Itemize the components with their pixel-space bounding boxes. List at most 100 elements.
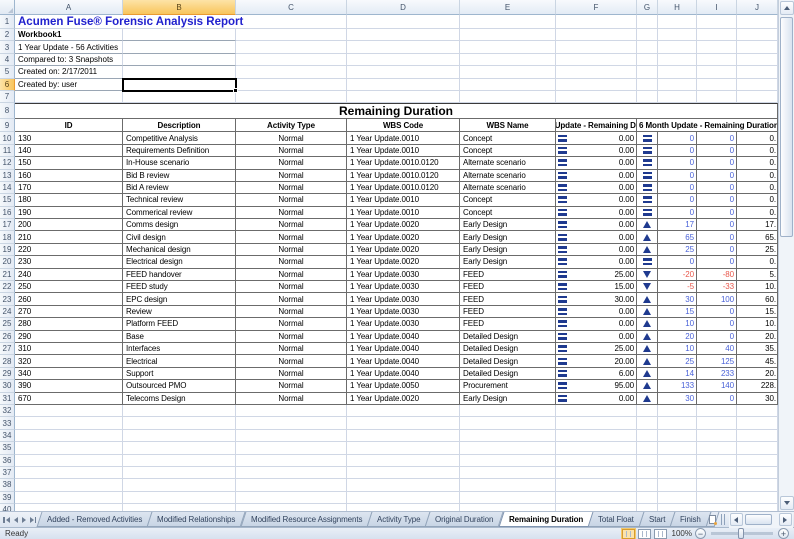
cell-J33[interactable] xyxy=(737,417,778,429)
cell-delta[interactable]: 0 xyxy=(658,132,697,144)
cell-C33[interactable] xyxy=(236,417,347,429)
cell-J35[interactable] xyxy=(737,442,778,454)
cell-F4[interactable] xyxy=(556,54,637,66)
cell-B4[interactable] xyxy=(123,54,236,66)
cell-delta-pct[interactable]: 0 xyxy=(697,157,737,169)
cell-description[interactable]: Telecoms Design xyxy=(123,393,236,405)
cell-six-month-value[interactable]: 10. xyxy=(737,318,778,330)
cell-G39[interactable] xyxy=(637,492,658,504)
cell-wbs-name[interactable]: FEED xyxy=(460,269,556,281)
cell-id[interactable]: 670 xyxy=(15,393,123,405)
page-layout-view-icon[interactable] xyxy=(638,529,651,539)
cell-trend[interactable] xyxy=(637,157,658,169)
row-header-10[interactable]: 10 xyxy=(0,132,15,144)
cell-J32[interactable] xyxy=(737,405,778,417)
first-sheet-button[interactable] xyxy=(3,517,10,523)
cell-trend[interactable] xyxy=(637,318,658,330)
cell-six-month-value[interactable]: 35. xyxy=(737,343,778,355)
cell-wbs-name[interactable]: Detailed Design xyxy=(460,355,556,367)
cell-delta-pct[interactable]: 0 xyxy=(697,318,737,330)
cell-I1[interactable] xyxy=(697,15,737,29)
cell-H32[interactable] xyxy=(658,405,697,417)
cell-description[interactable]: EPC design xyxy=(123,293,236,305)
cell-trend[interactable] xyxy=(637,355,658,367)
previous-sheet-button[interactable] xyxy=(14,517,18,523)
cell-delta[interactable]: 30 xyxy=(658,293,697,305)
cell-C6[interactable] xyxy=(236,79,347,91)
cell-id[interactable]: 320 xyxy=(15,355,123,367)
cell-activity-type[interactable]: Normal xyxy=(236,194,347,206)
row-header-7[interactable]: 7 xyxy=(0,91,15,103)
row-header-13[interactable]: 13 xyxy=(0,170,15,182)
cell-six-month-value[interactable]: 15. xyxy=(737,306,778,318)
cell-delta-pct[interactable]: 0 xyxy=(697,145,737,157)
cell-A39[interactable] xyxy=(15,492,123,504)
cell-trend[interactable] xyxy=(637,293,658,305)
scroll-right-button[interactable] xyxy=(779,513,792,526)
cell-D39[interactable] xyxy=(347,492,460,504)
cell-six-month-value[interactable]: 17. xyxy=(737,219,778,231)
cell-D33[interactable] xyxy=(347,417,460,429)
cell-F33[interactable] xyxy=(556,417,637,429)
scroll-up-button[interactable] xyxy=(780,1,794,15)
cell-activity-type[interactable]: Normal xyxy=(236,207,347,219)
cell-trend[interactable] xyxy=(637,182,658,194)
cell-trend[interactable] xyxy=(637,207,658,219)
cell-id[interactable]: 200 xyxy=(15,219,123,231)
cell-description[interactable]: Electrical design xyxy=(123,256,236,268)
cell-year-update[interactable]: 0.00 xyxy=(556,219,637,231)
cell-D4[interactable] xyxy=(347,54,460,66)
cell-E39[interactable] xyxy=(460,492,556,504)
cell-G2[interactable] xyxy=(637,29,658,41)
cell-G7[interactable] xyxy=(637,91,658,103)
cell-H37[interactable] xyxy=(658,467,697,479)
cell-id[interactable]: 250 xyxy=(15,281,123,293)
column-header-I[interactable]: I xyxy=(697,0,737,15)
cell-H39[interactable] xyxy=(658,492,697,504)
cell-G40[interactable] xyxy=(637,504,658,511)
tab-original-duration[interactable]: Original Duration xyxy=(425,512,504,527)
cell-D5[interactable] xyxy=(347,66,460,78)
zoom-out-button[interactable]: − xyxy=(695,528,706,539)
cell-trend[interactable] xyxy=(637,256,658,268)
cell-H40[interactable] xyxy=(658,504,697,511)
cell-delta[interactable]: -5 xyxy=(658,281,697,293)
cell-description[interactable]: Commerical review xyxy=(123,207,236,219)
cell-wbs-code[interactable]: 1 Year Update.0020 xyxy=(347,219,460,231)
cell-wbs-name[interactable]: FEED xyxy=(460,306,556,318)
scroll-down-button[interactable] xyxy=(780,496,794,510)
cell-delta-pct[interactable]: 0 xyxy=(697,256,737,268)
cell-id[interactable]: 310 xyxy=(15,343,123,355)
cell-E37[interactable] xyxy=(460,467,556,479)
cell-six-month-value[interactable]: 0. xyxy=(737,207,778,219)
row-header-14[interactable]: 14 xyxy=(0,182,15,194)
cell-C38[interactable] xyxy=(236,479,347,491)
column-header-F[interactable]: F xyxy=(556,0,637,15)
row-header-5[interactable]: 5 xyxy=(0,66,15,78)
cell-year-update[interactable]: 0.00 xyxy=(556,170,637,182)
table-title[interactable]: Remaining Duration xyxy=(15,103,778,119)
cell-six-month-value[interactable]: 0. xyxy=(737,194,778,206)
cell-B35[interactable] xyxy=(123,442,236,454)
cell-H38[interactable] xyxy=(658,479,697,491)
row-header-12[interactable]: 12 xyxy=(0,157,15,169)
cell-trend[interactable] xyxy=(637,145,658,157)
cell-description[interactable]: Competitive Analysis xyxy=(123,132,236,144)
cell-wbs-code[interactable]: 1 Year Update.0030 xyxy=(347,318,460,330)
cell-delta-pct[interactable]: 0 xyxy=(697,194,737,206)
cell-J34[interactable] xyxy=(737,430,778,442)
tab-activity-type[interactable]: Activity Type xyxy=(366,512,430,527)
cell-F40[interactable] xyxy=(556,504,637,511)
cell-B33[interactable] xyxy=(123,417,236,429)
cell-F32[interactable] xyxy=(556,405,637,417)
cell-delta[interactable]: 0 xyxy=(658,207,697,219)
cell-delta-pct[interactable]: 0 xyxy=(697,182,737,194)
cell-J4[interactable] xyxy=(737,54,778,66)
cell-I38[interactable] xyxy=(697,479,737,491)
column-header-C[interactable]: C xyxy=(236,0,347,15)
cell-wbs-name[interactable]: FEED xyxy=(460,281,556,293)
cell-A38[interactable] xyxy=(15,479,123,491)
cell-I32[interactable] xyxy=(697,405,737,417)
row-header-4[interactable]: 4 xyxy=(0,54,15,66)
cell-B37[interactable] xyxy=(123,467,236,479)
